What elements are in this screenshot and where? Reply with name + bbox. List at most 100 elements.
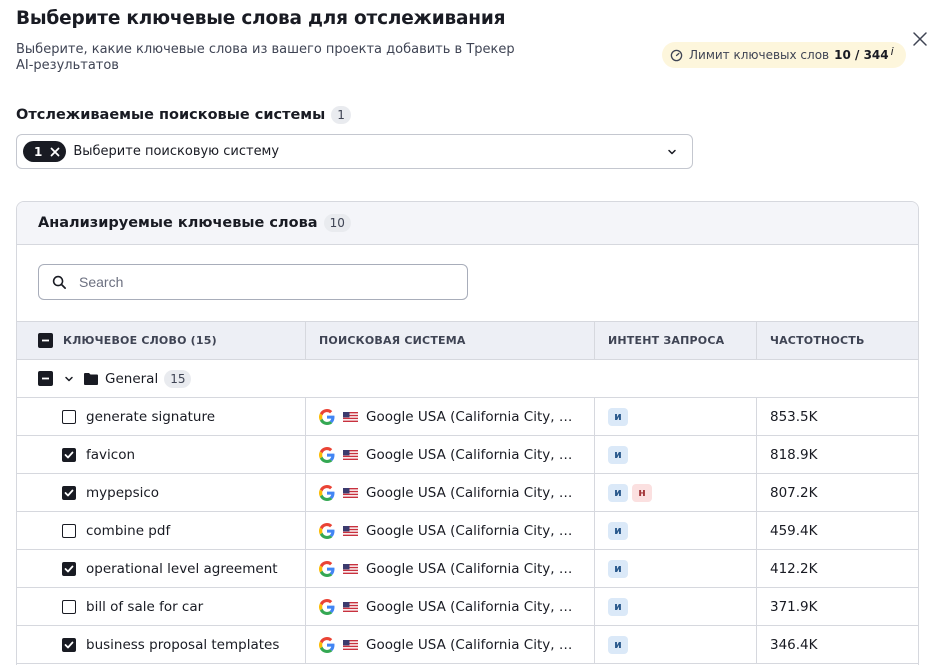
us-flag-icon <box>335 449 366 460</box>
header-search-engine[interactable]: ПОИСКОВАЯ СИСТЕМА <box>306 322 595 359</box>
intent-badge: и <box>608 483 628 502</box>
volume-cell: 818.9K <box>770 446 818 463</box>
us-flag-icon <box>335 411 366 422</box>
intent-badge: н <box>632 483 652 502</box>
table-row[interactable]: bill of sale for car Google USA (Califor… <box>17 588 918 626</box>
keyword-checkbox[interactable] <box>62 523 76 538</box>
intent-cell: и <box>595 626 757 663</box>
volume-cell: 853.5K <box>770 408 818 425</box>
table-header: КЛЮЧЕВОЕ СЛОВО (15) ПОИСКОВАЯ СИСТЕМА ИН… <box>17 321 918 360</box>
dialog-title: Выберите ключевые слова для отслеживания <box>16 8 506 29</box>
table-row[interactable]: favicon Google USA (California City, Cal… <box>17 436 918 474</box>
keyword-cell: favicon <box>17 436 306 473</box>
keyword-cell: business proposal templates <box>17 626 306 663</box>
google-icon <box>319 560 335 577</box>
table-row[interactable]: mypepsico Google USA (California City, C… <box>17 474 918 512</box>
keyword-checkbox[interactable] <box>62 485 76 500</box>
keyword-text: mypepsico <box>86 484 160 501</box>
close-icon[interactable] <box>911 30 929 48</box>
search-engine-select[interactable]: 1 Выберите поисковую систему <box>16 134 693 169</box>
intent-badge: и <box>608 445 628 464</box>
keyword-search-box[interactable] <box>38 264 468 300</box>
search-engine-name: Google USA (California City, California,… <box>366 560 578 577</box>
intent-cell: ин <box>595 474 757 511</box>
header-intent[interactable]: ИНТЕНТ ЗАПРОСА <box>595 322 757 359</box>
table-row[interactable]: business proposal templates Google USA (… <box>17 626 918 664</box>
keyword-text: business proposal templates <box>86 636 280 653</box>
keywords-table: КЛЮЧЕВОЕ СЛОВО (15) ПОИСКОВАЯ СИСТЕМА ИН… <box>17 321 918 664</box>
group-name: General <box>105 370 159 387</box>
intent-badge: и <box>608 597 628 616</box>
group-checkbox[interactable] <box>38 371 53 386</box>
keyword-cell: combine pdf <box>17 512 306 549</box>
gauge-icon <box>670 49 683 61</box>
keywords-panel-title: Анализируемые ключевые слова <box>38 215 318 231</box>
search-engine-name: Google USA (California City, California,… <box>366 484 578 501</box>
us-flag-icon <box>335 639 366 650</box>
search-engine-name: Google USA (California City, California,… <box>366 446 578 463</box>
keywords-panel-header: Анализируемые ключевые слова 10 <box>17 202 918 245</box>
dialog-subtitle: Выберите, какие ключевые слова из вашего… <box>16 42 515 73</box>
clear-selection-icon[interactable] <box>50 147 60 157</box>
chip-count: 1 <box>34 144 43 159</box>
chevron-down-icon <box>668 149 676 155</box>
search-engine-cell: Google USA (California City, California,… <box>306 512 595 549</box>
volume-cell: 412.2K <box>770 560 818 577</box>
limit-label: Лимит ключевых слов <box>689 48 830 62</box>
intent-cell: и <box>595 398 757 435</box>
keyword-cell: generate signature <box>17 398 306 435</box>
volume-cell: 346.4K <box>770 636 818 653</box>
google-icon <box>319 522 335 539</box>
search-engine-name: Google USA (California City, California,… <box>366 636 578 653</box>
keyword-cell: operational level agreement <box>17 550 306 587</box>
search-engines-label: Отслеживаемые поисковые системы <box>16 107 326 123</box>
intent-badge: и <box>608 559 628 578</box>
search-engines-heading: Отслеживаемые поисковые системы 1 <box>16 106 351 124</box>
search-engine-name: Google USA (California City, California,… <box>366 408 578 425</box>
group-row[interactable]: General 15 <box>17 360 918 398</box>
search-engine-cell: Google USA (California City, California,… <box>306 474 595 511</box>
intent-badge: и <box>608 635 628 654</box>
intent-cell: и <box>595 550 757 587</box>
keyword-checkbox[interactable] <box>62 599 76 614</box>
table-row[interactable]: combine pdf Google USA (California City,… <box>17 512 918 550</box>
intent-cell: и <box>595 436 757 473</box>
keyword-text: generate signature <box>86 408 216 425</box>
limit-value: 10 / 344 <box>834 48 889 62</box>
keyword-checkbox[interactable] <box>62 409 76 424</box>
folder-icon <box>84 372 98 385</box>
google-icon <box>319 484 335 501</box>
search-engine-name: Google USA (California City, California,… <box>366 522 578 539</box>
keyword-text: operational level agreement <box>86 560 278 577</box>
us-flag-icon <box>335 563 366 574</box>
search-icon <box>52 275 66 289</box>
selected-count-chip: 1 <box>23 141 67 162</box>
search-engines-count: 1 <box>331 106 351 124</box>
limit-info-icon[interactable]: i <box>891 45 894 58</box>
keywords-count: 10 <box>323 214 351 232</box>
search-engine-cell: Google USA (California City, California,… <box>306 626 595 663</box>
table-row[interactable]: generate signature Google USA (Californi… <box>17 398 918 436</box>
google-icon <box>319 408 335 425</box>
us-flag-icon <box>335 525 366 536</box>
intent-cell: и <box>595 512 757 549</box>
header-keyword[interactable]: КЛЮЧЕВОЕ СЛОВО (15) <box>17 322 306 359</box>
search-engine-cell: Google USA (California City, California,… <box>306 436 595 473</box>
keyword-checkbox[interactable] <box>62 637 76 652</box>
select-all-checkbox[interactable] <box>38 333 53 348</box>
table-row[interactable]: operational level agreement Google USA (… <box>17 550 918 588</box>
keyword-text: favicon <box>86 446 136 463</box>
volume-cell: 459.4K <box>770 522 818 539</box>
keyword-checkbox[interactable] <box>62 447 76 462</box>
header-volume[interactable]: ЧАСТОТНОСТЬ <box>757 322 918 359</box>
google-icon <box>319 636 335 653</box>
keyword-cell: mypepsico <box>17 474 306 511</box>
google-icon <box>319 598 335 615</box>
intent-cell: и <box>595 588 757 625</box>
chevron-down-icon[interactable] <box>63 373 75 385</box>
keyword-search-input[interactable] <box>79 274 439 290</box>
header-keyword-label: КЛЮЧЕВОЕ СЛОВО (15) <box>63 334 217 347</box>
intent-badge: и <box>608 407 628 426</box>
google-icon <box>319 446 335 463</box>
keyword-checkbox[interactable] <box>62 561 76 576</box>
